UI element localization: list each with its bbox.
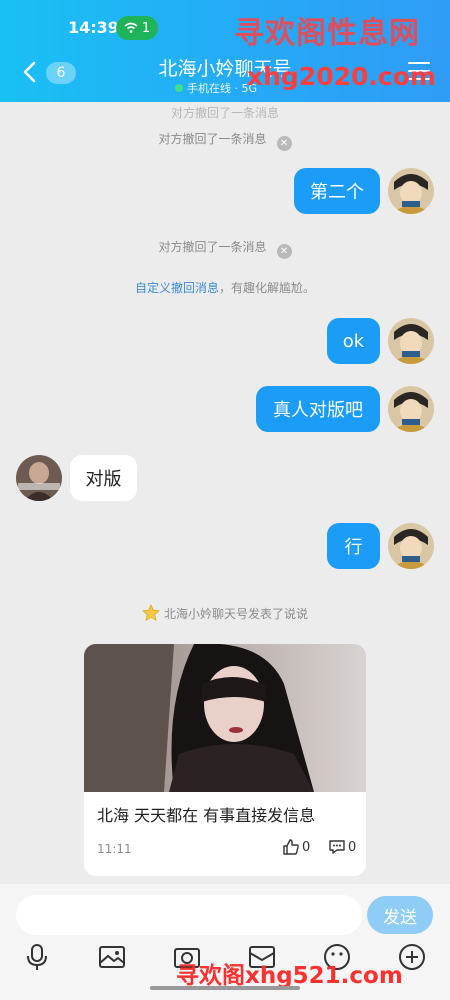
message-bubble-outgoing[interactable]: ok xyxy=(327,318,380,364)
watermark-url: xhg2020.com xyxy=(247,62,436,91)
my-avatar[interactable] xyxy=(388,386,434,432)
recall-notice-partial: 对方撤回了一条消息 xyxy=(170,106,279,120)
online-status: 手机在线 · 5G xyxy=(175,80,257,96)
close-icon[interactable]: ✕ xyxy=(276,244,292,259)
comment-button[interactable]: 0 xyxy=(328,838,356,856)
close-icon[interactable]: ✕ xyxy=(276,136,292,151)
message-bubble-outgoing[interactable]: 第二个 xyxy=(294,168,380,214)
watermark-top: 寻欢阁性息网 xyxy=(234,16,420,51)
message-input[interactable] xyxy=(16,895,362,935)
moment-photo[interactable] xyxy=(84,644,366,792)
online-dot xyxy=(175,84,183,92)
my-avatar[interactable] xyxy=(388,523,434,569)
my-avatar[interactable] xyxy=(388,318,434,364)
message-bubble-outgoing[interactable]: 真人对版吧 xyxy=(256,386,380,432)
home-indicator[interactable] xyxy=(150,986,300,990)
moment-time: 11:11 xyxy=(97,842,132,856)
my-avatar[interactable] xyxy=(388,168,434,214)
message-bubble-incoming[interactable]: 对版 xyxy=(70,455,137,501)
comment-icon xyxy=(329,840,345,854)
moment-notice: 北海小妗聊天号发表了说说 xyxy=(0,604,450,622)
chat-header: 14:39 1 6 北海小妗聊天号 手机在线 · 5G 寻欢阁性息网 xhg20… xyxy=(0,0,450,102)
recall-notice: 对方撤回了一条消息 ✕ xyxy=(0,238,450,259)
mic-icon[interactable] xyxy=(22,942,52,972)
wifi-icon xyxy=(124,22,138,33)
like-button[interactable]: 0 xyxy=(282,838,310,856)
comment-count: 0 xyxy=(348,839,357,855)
status-time: 14:39 xyxy=(68,18,119,37)
recall-notice: 对方撤回了一条消息 ✕ xyxy=(0,130,450,151)
watermark-bottom: 寻欢阁xhg521.com xyxy=(176,963,403,989)
like-count: 0 xyxy=(302,839,311,855)
message-bubble-outgoing[interactable]: 行 xyxy=(327,523,380,569)
like-icon xyxy=(283,839,299,855)
moment-text: 北海 天天都在 有事直接发信息 xyxy=(97,806,316,825)
wifi-count: 1 xyxy=(141,20,151,36)
send-button[interactable]: 发送 xyxy=(367,896,433,934)
star-icon xyxy=(142,604,160,622)
image-icon[interactable] xyxy=(97,942,127,972)
custom-recall-link[interactable]: 自定义撤回消息 xyxy=(135,281,219,295)
contact-avatar[interactable] xyxy=(16,455,62,501)
moment-card[interactable]: 北海 天天都在 有事直接发信息 11:11 0 0 xyxy=(84,644,366,876)
wifi-badge: 1 xyxy=(116,16,158,40)
recall-hint: 自定义撤回消息，有趣化解尴尬。 xyxy=(134,281,316,295)
